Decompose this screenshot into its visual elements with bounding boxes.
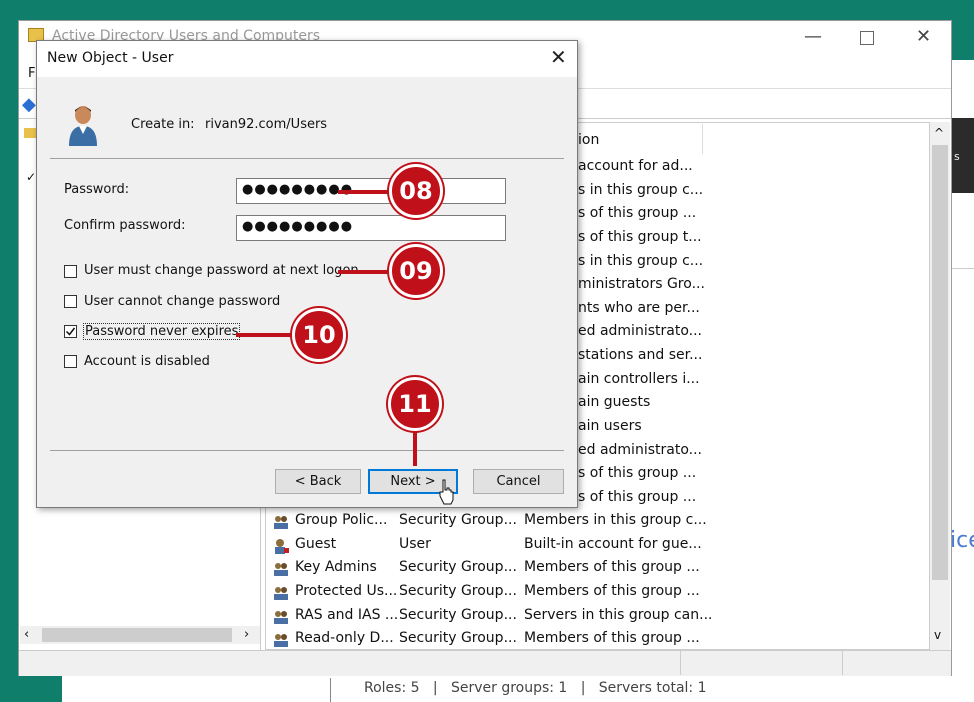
create-in-label: Create in: [131,117,195,132]
maximize-icon[interactable] [860,31,874,45]
row-description: Members of this group ... [524,630,700,646]
divider [842,651,843,675]
file-menu-icon[interactable]: F [28,66,35,81]
mouse-cursor-icon [439,479,454,505]
user-icon [275,539,289,554]
annotation-line [338,190,396,194]
list-scroll-thumb[interactable] [932,145,948,580]
password-never-expires-checkbox[interactable] [64,325,77,338]
server-manager-edge-text: ice [950,528,974,553]
list-item-description: s of this group t... [578,229,702,245]
group-icon [274,611,288,624]
list-item-description: ain guests [578,394,651,410]
password-never-expires-label[interactable]: Password never expires [83,323,241,340]
checkmark-icon [65,327,76,336]
dialog-separator [50,450,564,451]
cannot-change-password-label[interactable]: User cannot change password [84,294,280,309]
dialog-title: New Object - User [47,50,174,66]
user-avatar-icon [69,106,97,146]
list-item-description: ain users [578,418,642,434]
list-item-description: ed administrato... [578,442,702,458]
list-item-description: s of this group ... [578,205,697,221]
row-description: Members in this group c... [524,512,707,528]
annotation-badge: 09 [389,244,443,298]
row-name: Key Admins [295,559,377,575]
create-in-path: rivan92.com/Users [205,117,328,132]
account-disabled-checkbox[interactable] [64,355,77,368]
row-description: Members of this group ... [524,583,700,599]
tree-scroll-thumb[interactable] [42,628,232,642]
annotation-badge: 08 [389,164,443,218]
column-header-description[interactable]: ion [578,132,599,148]
server-manager-side-panel: s [952,118,974,193]
group-icon [274,634,288,647]
list-item-description: stations and ser... [578,347,703,363]
group-icon [274,563,288,576]
divider [680,651,681,675]
must-change-password-checkbox[interactable] [64,265,77,278]
scroll-right-icon[interactable]: › [244,627,249,642]
table-row[interactable]: Guest User Built-in account for gue... [270,536,702,559]
divider [952,268,974,269]
row-name: Read-only D... [295,630,394,646]
back-button[interactable]: < Back [275,469,361,494]
cannot-change-password-checkbox[interactable] [64,295,77,308]
annotation-line [338,270,396,274]
list-item-description: account for ad... [578,158,693,174]
row-description: Members of this group ... [524,559,700,575]
tree-folder-icon [24,128,36,138]
confirm-password-field[interactable]: ●●●●●●●●● [236,215,506,241]
table-row[interactable]: RAS and IAS ... Security Group... Server… [270,607,712,630]
table-row[interactable]: Key Admins Security Group... Members of … [270,559,700,582]
scroll-down-icon[interactable]: v [934,628,941,642]
row-name: Protected Us... [295,583,398,599]
account-disabled-label[interactable]: Account is disabled [84,354,210,369]
group-icon [274,587,288,600]
list-item-description: s in this group c... [578,253,704,269]
list-item-description: s of this group ... [578,465,697,481]
annotation-badge: 11 [388,377,442,431]
scroll-left-icon[interactable]: ‹ [24,627,29,642]
list-item-description: s in this group c... [578,182,704,198]
row-type: Security Group... [399,607,517,623]
row-description: Servers in this group can... [524,607,713,623]
table-row[interactable]: Group Polic... Security Group... Members… [270,512,707,535]
password-label: Password: [64,182,130,197]
row-type: Security Group... [399,583,517,599]
annotation-line [236,333,298,337]
confirm-password-label: Confirm password: [64,218,186,233]
table-row[interactable]: Read-only D... Security Group... Members… [270,630,700,653]
cancel-button[interactable]: Cancel [473,469,564,494]
table-row[interactable]: Protected Us... Security Group... Member… [270,583,700,606]
dialog-close-icon[interactable]: ✕ [550,45,567,69]
column-separator [702,124,703,154]
list-item-description: ministrators Gro... [578,276,705,292]
back-arrow-icon[interactable]: ◆ [22,94,36,115]
server-manager-status-text: Roles: 5 | Server groups: 1 | Servers to… [364,680,707,696]
row-description: Built-in account for gue... [524,536,702,552]
row-name: Guest [295,536,337,552]
list-item-description: ed administrato... [578,323,702,339]
row-type: Security Group... [399,630,517,646]
divider [330,678,331,702]
row-type: User [399,536,431,552]
tree-expand-icon[interactable]: ✓ [26,170,36,184]
minimize-icon[interactable]: — [804,26,822,47]
row-name: Group Polic... [295,512,388,528]
row-type: Security Group... [399,559,517,575]
list-item-description: s of this group ... [578,489,697,505]
list-item-description: ain controllers i... [578,371,700,387]
scroll-up-icon[interactable]: ^ [934,126,944,140]
close-icon[interactable]: ✕ [916,26,931,47]
annotation-line [413,428,417,466]
dialog-separator [50,158,564,159]
group-icon [274,516,288,529]
must-change-password-label[interactable]: User must change password at next logon [84,263,359,278]
row-name: RAS and IAS ... [295,607,399,623]
row-type: Security Group... [399,512,517,528]
annotation-badge: 10 [292,308,346,362]
list-item-description: nts who are per... [578,300,700,316]
aduc-status-bar [19,650,951,676]
